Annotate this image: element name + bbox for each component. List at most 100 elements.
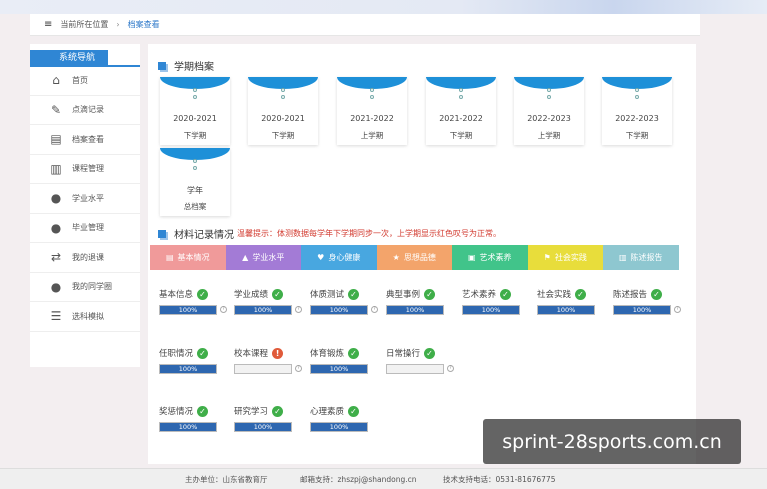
footer-host: 主办单位：山东省教育厅 bbox=[185, 474, 268, 484]
folder-term: 下学期 bbox=[183, 131, 207, 140]
term-folder[interactable]: 2022-2023 下学期 bbox=[602, 77, 672, 145]
material-item[interactable]: 学业成绩 ✓ 100%? bbox=[234, 288, 306, 328]
material-item[interactable]: 校本课程!? bbox=[234, 347, 306, 387]
progress-bar: 100% bbox=[310, 305, 368, 315]
transfer-icon: ⇄ bbox=[50, 250, 62, 265]
help-icon[interactable]: ? bbox=[295, 365, 302, 372]
material-item-name: 任职情况 bbox=[159, 349, 194, 359]
sidebar-item-label: 毕业管理 bbox=[72, 223, 104, 233]
sidebar-item-label: 我的退课 bbox=[72, 252, 104, 262]
material-tab-label: 思想品德 bbox=[403, 253, 436, 262]
term-folder[interactable]: 2020-2021 下学期 bbox=[248, 77, 318, 145]
term-folder[interactable]: 2021-2022 上学期 bbox=[337, 77, 407, 145]
material-item[interactable]: 陈述报告 ✓ 100%? bbox=[613, 288, 685, 328]
material-tab[interactable]: ▥ 陈述报告 bbox=[603, 245, 679, 270]
check-circle-icon: ✓ bbox=[348, 288, 360, 300]
sidebar-item[interactable]: ⇄ 我的退课 bbox=[30, 243, 140, 273]
sidebar-item[interactable]: ⌂ 首页 bbox=[30, 66, 140, 96]
pin-icon bbox=[370, 88, 374, 92]
check-circle-icon: ✓ bbox=[424, 288, 436, 300]
material-item-name: 社会实践 bbox=[537, 290, 572, 300]
folder-term: 总档案 bbox=[183, 202, 207, 211]
progress-bar: 100% bbox=[159, 422, 217, 432]
progress-bar: 100% bbox=[234, 305, 292, 315]
material-tab-label: 身心健康 bbox=[328, 253, 361, 262]
material-item[interactable]: 任职情况 ✓ 100% bbox=[159, 347, 231, 387]
menu-icon[interactable]: ≡ bbox=[44, 19, 52, 30]
breadcrumb: ≡ 当前所在位置 › 档案查看 bbox=[30, 14, 700, 36]
term-folder[interactable]: 2021-2022 下学期 bbox=[426, 77, 496, 145]
check-circle-icon: ✓ bbox=[651, 288, 663, 300]
breadcrumb-current[interactable]: 档案查看 bbox=[128, 19, 160, 30]
help-icon[interactable]: ? bbox=[447, 365, 454, 372]
breadcrumb-prefix: 当前所在位置 bbox=[60, 20, 109, 29]
sidebar-item[interactable]: ● 我的同学圈 bbox=[30, 273, 140, 302]
sidebar-title: 系统导航 bbox=[30, 50, 108, 66]
progress-value: 100% bbox=[556, 306, 576, 314]
pin-icon bbox=[193, 88, 197, 92]
folder-year: 2020-2021 bbox=[173, 114, 217, 123]
material-tab[interactable]: ★ 思想品德 bbox=[376, 245, 452, 270]
user-icon: ● bbox=[50, 191, 62, 206]
sidebar-item[interactable]: ☰ 选科模拟 bbox=[30, 302, 140, 332]
material-tab[interactable]: ▲ 学业水平 bbox=[225, 245, 301, 270]
help-icon[interactable]: ? bbox=[371, 306, 378, 313]
material-tabs: ▤ 基本情况 ▲ 学业水平 ♥ 身心健康 ★ 思想品德 ▣ 艺术素养 ⚑ 社会实践 ▥ 陈述报告 bbox=[150, 245, 679, 270]
sidebar-item-label: 档案查看 bbox=[72, 134, 104, 144]
material-item[interactable]: 体质测试 ✓ 100%? bbox=[310, 288, 382, 328]
material-item[interactable]: 心理素质 ✓ 100% bbox=[310, 405, 382, 445]
sidebar-item[interactable]: ▥ 课程管理 bbox=[30, 155, 140, 184]
section-marker-icon bbox=[158, 61, 166, 70]
material-item[interactable]: 典型事例 ✓ 100% bbox=[386, 288, 458, 328]
check-circle-icon: ✓ bbox=[197, 347, 209, 359]
material-tab[interactable]: ▣ 艺术素养 bbox=[452, 245, 528, 270]
footer-phone: 技术支持电话：0531-81676775 bbox=[443, 474, 556, 484]
folder-year: 2022-2023 bbox=[527, 114, 571, 123]
term-folder[interactable]: 2020-2021 下学期 bbox=[160, 77, 230, 145]
material-item[interactable]: 日常操行 ✓? bbox=[386, 347, 458, 387]
help-icon[interactable]: ? bbox=[295, 306, 302, 313]
material-tab[interactable]: ▤ 基本情况 bbox=[150, 245, 226, 270]
term-folder[interactable]: 2022-2023 上学期 bbox=[514, 77, 584, 145]
sidebar-header: 系统导航 bbox=[30, 44, 140, 67]
progress-value: 100% bbox=[405, 306, 425, 314]
material-item[interactable]: 艺术素养 ✓ 100% bbox=[462, 288, 534, 328]
sidebar-item[interactable]: ● 学业水平 bbox=[30, 184, 140, 214]
footer-email[interactable]: 邮箱支持：zhszpj@shandong.cn bbox=[300, 474, 417, 485]
material-title: 材料记录情况 bbox=[158, 226, 234, 241]
material-item[interactable]: 体育锻炼 ✓ 100% bbox=[310, 347, 382, 387]
sidebar-item[interactable]: ✎ 点滴记录 bbox=[30, 96, 140, 125]
sidebar-item[interactable]: ▤ 档案查看 bbox=[30, 125, 140, 155]
material-item-name: 体质测试 bbox=[310, 290, 345, 300]
material-item[interactable]: 研究学习 ✓ 100% bbox=[234, 405, 306, 445]
progress-bar bbox=[234, 364, 292, 374]
progress-bar: 100% bbox=[159, 364, 217, 374]
term-folder[interactable]: 学年 总档案 bbox=[160, 148, 230, 216]
progress-value: 100% bbox=[329, 423, 349, 431]
sidebar-item[interactable]: ● 毕业管理 bbox=[30, 214, 140, 243]
folder-term: 下学期 bbox=[625, 131, 649, 140]
check-circle-icon: ✓ bbox=[348, 347, 360, 359]
check-circle-icon: ✓ bbox=[424, 347, 436, 359]
help-icon[interactable]: ? bbox=[674, 306, 681, 313]
material-item-name: 陈述报告 bbox=[613, 290, 648, 300]
folder-year: 2020-2021 bbox=[261, 114, 305, 123]
progress-value: 100% bbox=[178, 423, 198, 431]
help-icon[interactable]: ? bbox=[220, 306, 227, 313]
pin-icon bbox=[547, 95, 551, 99]
material-tab[interactable]: ♥ 身心健康 bbox=[301, 245, 377, 270]
progress-value: 100% bbox=[329, 306, 349, 314]
material-item[interactable]: 基本信息 ✓ 100%? bbox=[159, 288, 231, 328]
term-archive-title: 学期档案 bbox=[158, 58, 214, 73]
material-item[interactable]: 奖惩情况 ✓ 100% bbox=[159, 405, 231, 445]
check-circle-icon: ✓ bbox=[272, 288, 284, 300]
folder-term: 上学期 bbox=[360, 131, 384, 140]
material-item[interactable]: 社会实践 ✓ 100% bbox=[537, 288, 609, 328]
progress-bar: 100% bbox=[462, 305, 520, 315]
footer: 主办单位：山东省教育厅 邮箱支持：zhszpj@shandong.cn 技术支持… bbox=[0, 468, 767, 489]
material-item-name: 体育锻炼 bbox=[310, 349, 345, 359]
material-tab[interactable]: ⚑ 社会实践 bbox=[527, 245, 603, 270]
progress-value: 100% bbox=[178, 365, 198, 373]
star-icon: ★ bbox=[392, 253, 400, 262]
material-item-name: 基本信息 bbox=[159, 290, 194, 300]
